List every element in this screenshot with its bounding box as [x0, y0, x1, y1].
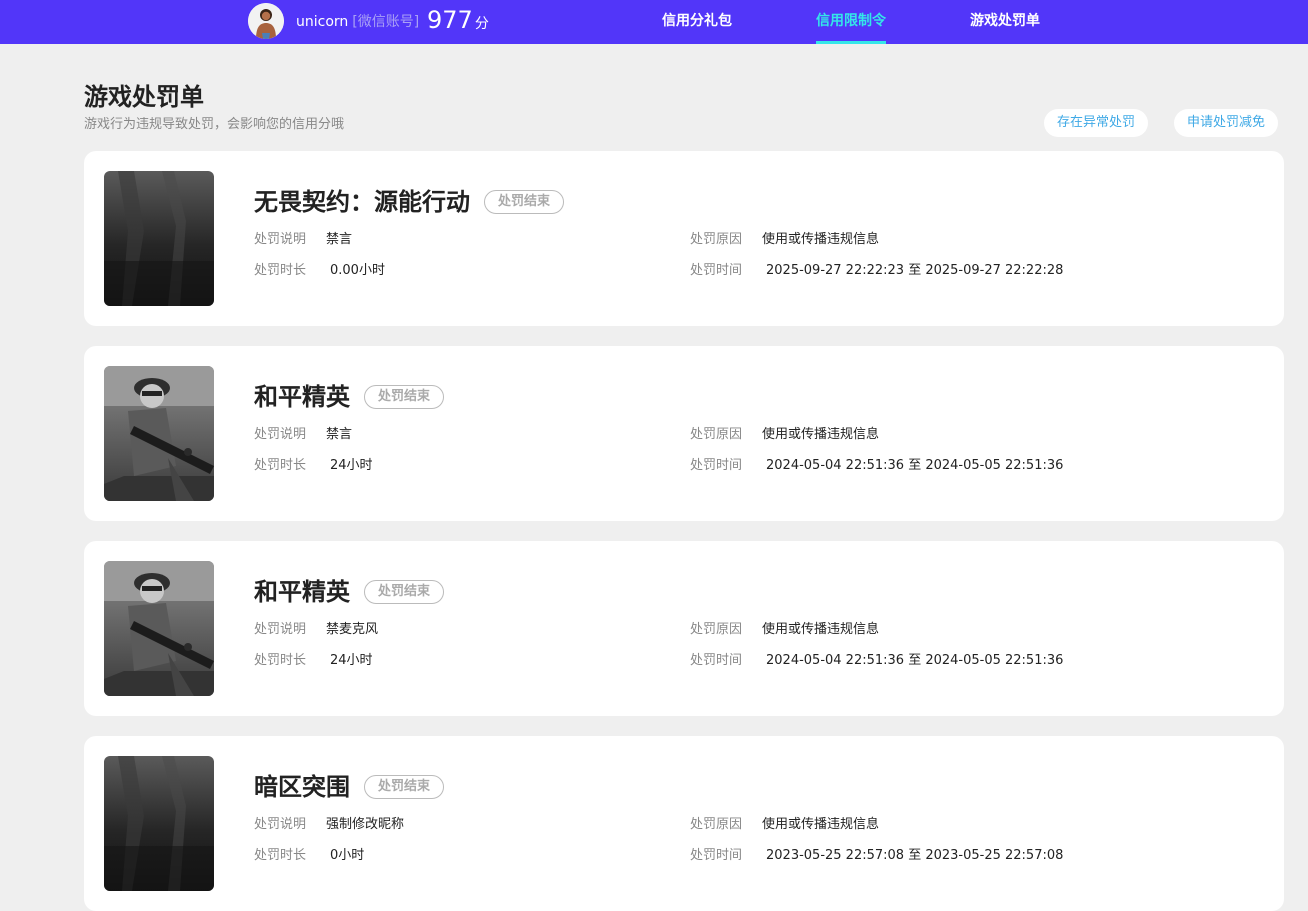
- field-value: 使用或传播违规信息: [762, 622, 880, 637]
- field-label: 处罚原因: [690, 427, 743, 442]
- penalty-time: 处罚时间 2023-05-25 22:57:08 至 2023-05-25 22:…: [690, 847, 1063, 865]
- field-label: 处罚原因: [690, 622, 743, 637]
- field-label: 处罚时间: [690, 848, 743, 863]
- game-thumbnail: [104, 171, 214, 306]
- field-label: 处罚时长: [254, 458, 307, 473]
- game-title-row: 和平精英 处罚结束: [254, 577, 445, 607]
- status-badge: 处罚结束: [484, 190, 565, 214]
- penalty-card: 和平精英 处罚结束 处罚说明 禁麦克风 处罚时长 24小时 处罚原因 使用或传播违规信…: [84, 541, 1284, 716]
- page-subtitle: 游戏行为违规导致处罚，会影响您的信用分哦: [84, 117, 345, 132]
- apply-reduction-button[interactable]: 申请处罚减免: [1174, 109, 1279, 137]
- field-value: 强制修改昵称: [326, 817, 405, 832]
- field-label: 处罚时间: [690, 458, 743, 473]
- field-label: 处罚说明: [254, 427, 307, 442]
- field-label: 处罚时长: [254, 653, 307, 668]
- field-value: 使用或传播违规信息: [762, 232, 880, 247]
- game-thumbnail: [104, 561, 214, 696]
- penalty-desc: 处罚说明 强制修改昵称: [254, 816, 404, 834]
- penalty-duration: 处罚时长 0小时: [254, 847, 364, 865]
- avatar-image: [248, 3, 284, 39]
- field-label: 处罚时间: [690, 263, 743, 278]
- game-title-row: 无畏契约：源能行动 处罚结束: [254, 187, 565, 217]
- field-label: 处罚原因: [690, 232, 743, 247]
- soldier-game-art-icon: [104, 366, 214, 501]
- game-title-row: 和平精英 处罚结束: [254, 382, 445, 412]
- field-value: 禁麦克风: [326, 622, 379, 637]
- field-value: 24小时: [330, 653, 373, 668]
- score-unit: 分: [474, 16, 489, 32]
- field-value: 0.00小时: [330, 263, 385, 278]
- game-title: 和平精英: [254, 578, 350, 606]
- penalty-time: 处罚时间 2024-05-04 22:51:36 至 2024-05-05 22:…: [690, 457, 1063, 475]
- tab-game-penalty[interactable]: 游戏处罚单: [970, 0, 1040, 44]
- tab-credit-gift[interactable]: 信用分礼包: [662, 0, 732, 44]
- penalty-card: 暗区突围 处罚结束 处罚说明 强制修改昵称 处罚时长 0小时 处罚原因 使用或传播违规…: [84, 736, 1284, 911]
- game-thumbnail: [104, 756, 214, 891]
- abnormal-penalty-button[interactable]: 存在异常处罚: [1044, 109, 1149, 137]
- field-label: 处罚说明: [254, 817, 307, 832]
- penalty-duration: 处罚时长 24小时: [254, 652, 373, 670]
- soldier-game-art-icon: [104, 561, 214, 696]
- penalty-reason: 处罚原因 使用或传播违规信息: [690, 426, 879, 444]
- account-type: [微信账号]: [352, 14, 420, 30]
- field-value: 使用或传播违规信息: [762, 817, 880, 832]
- dark-game-art-icon: [104, 756, 214, 891]
- penalty-reason: 处罚原因 使用或传播违规信息: [690, 816, 879, 834]
- penalty-duration: 处罚时长 24小时: [254, 457, 373, 475]
- penalty-time: 处罚时间 2024-05-04 22:51:36 至 2024-05-05 22:…: [690, 652, 1063, 670]
- status-badge: 处罚结束: [364, 580, 445, 604]
- game-thumbnail: [104, 366, 214, 501]
- penalty-reason: 处罚原因 使用或传播违规信息: [690, 621, 879, 639]
- game-title: 和平精英: [254, 383, 350, 411]
- penalty-card: 无畏契约：源能行动 处罚结束 处罚说明 禁言 处罚时长 0.00小时 处罚原因 使用或…: [84, 151, 1284, 326]
- field-value: 2024-05-04 22:51:36 至 2024-05-05 22:51:3…: [766, 653, 1064, 668]
- game-title-row: 暗区突围 处罚结束: [254, 772, 445, 802]
- page-title: 游戏处罚单: [84, 83, 204, 111]
- field-label: 处罚原因: [690, 817, 743, 832]
- penalty-time: 处罚时间 2025-09-27 22:22:23 至 2025-09-27 22:…: [690, 262, 1063, 280]
- penalty-desc: 处罚说明 禁言: [254, 231, 352, 249]
- username: unicorn [微信账号]: [296, 13, 419, 31]
- penalty-desc: 处罚说明 禁言: [254, 426, 352, 444]
- field-value: 禁言: [326, 427, 353, 442]
- field-label: 处罚说明: [254, 232, 307, 247]
- field-value: 2025-09-27 22:22:23 至 2025-09-27 22:22:2…: [766, 263, 1064, 278]
- field-label: 处罚时长: [254, 848, 307, 863]
- field-label: 处罚说明: [254, 622, 307, 637]
- tab-credit-restriction[interactable]: 信用限制令: [816, 0, 886, 44]
- penalty-duration: 处罚时长 0.00小时: [254, 262, 385, 280]
- field-value: 2024-05-04 22:51:36 至 2024-05-05 22:51:3…: [766, 458, 1064, 473]
- field-value: 使用或传播违规信息: [762, 427, 880, 442]
- penalty-card: 和平精英 处罚结束 处罚说明 禁言 处罚时长 24小时 处罚原因 使用或传播违规信息 …: [84, 346, 1284, 521]
- penalty-desc: 处罚说明 禁麦克风: [254, 621, 378, 639]
- game-title: 无畏契约：源能行动: [254, 188, 470, 216]
- field-value: 0小时: [330, 848, 365, 863]
- credit-score: 977 分: [427, 5, 489, 39]
- game-title: 暗区突围: [254, 773, 350, 801]
- status-badge: 处罚结束: [364, 775, 445, 799]
- field-value: 禁言: [326, 232, 353, 247]
- status-badge: 处罚结束: [364, 385, 445, 409]
- penalty-reason: 处罚原因 使用或传播违规信息: [690, 231, 879, 249]
- field-label: 处罚时长: [254, 263, 307, 278]
- avatar[interactable]: [248, 3, 284, 39]
- dark-game-art-icon: [104, 171, 214, 306]
- username-text: unicorn: [296, 14, 349, 30]
- field-label: 处罚时间: [690, 653, 743, 668]
- top-bar: unicorn [微信账号] 977 分 信用分礼包 信用限制令 游戏处罚单: [0, 0, 1308, 44]
- field-value: 24小时: [330, 458, 373, 473]
- field-value: 2023-05-25 22:57:08 至 2023-05-25 22:57:0…: [766, 848, 1064, 863]
- score-value: 977: [427, 6, 473, 34]
